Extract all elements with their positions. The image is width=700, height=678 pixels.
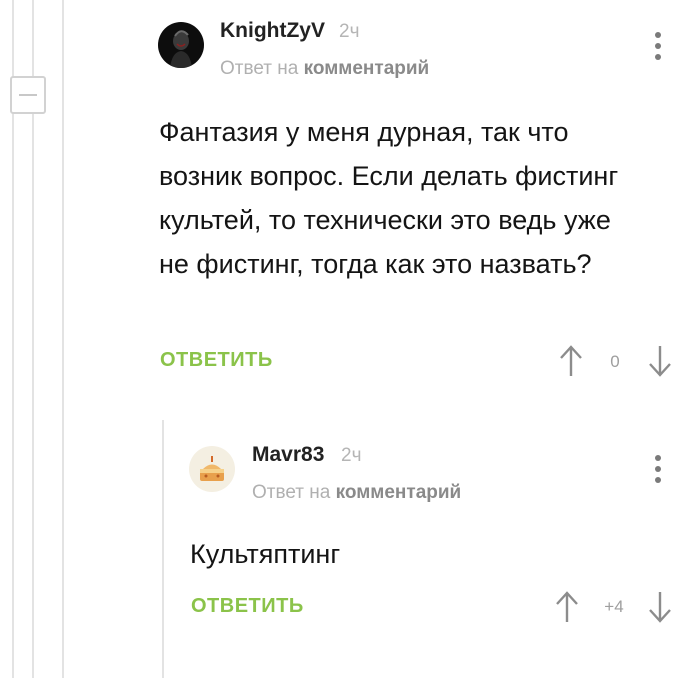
arrow-down-icon[interactable]	[648, 590, 672, 624]
avatar-cake	[189, 446, 235, 492]
reply-rating: +4	[604, 597, 624, 616]
avatar[interactable]	[189, 446, 235, 492]
reply-to-link[interactable]: комментарий	[336, 482, 462, 503]
reply-to-label: Ответ на комментарий	[252, 482, 461, 504]
reply-time: 2ч	[341, 445, 362, 466]
reply-comment: Mavr83 2ч Ответ на комментарий Культяпти…	[0, 0, 700, 678]
reply-author[interactable]: Mavr83	[252, 443, 324, 467]
more-vertical-icon[interactable]	[653, 455, 663, 485]
arrow-up-icon[interactable]	[555, 590, 579, 624]
reply-text: Культяптинг	[190, 539, 341, 569]
reply-to-prefix: Ответ на	[252, 482, 331, 503]
reply-button[interactable]: ОТВЕТИТЬ	[191, 595, 304, 618]
